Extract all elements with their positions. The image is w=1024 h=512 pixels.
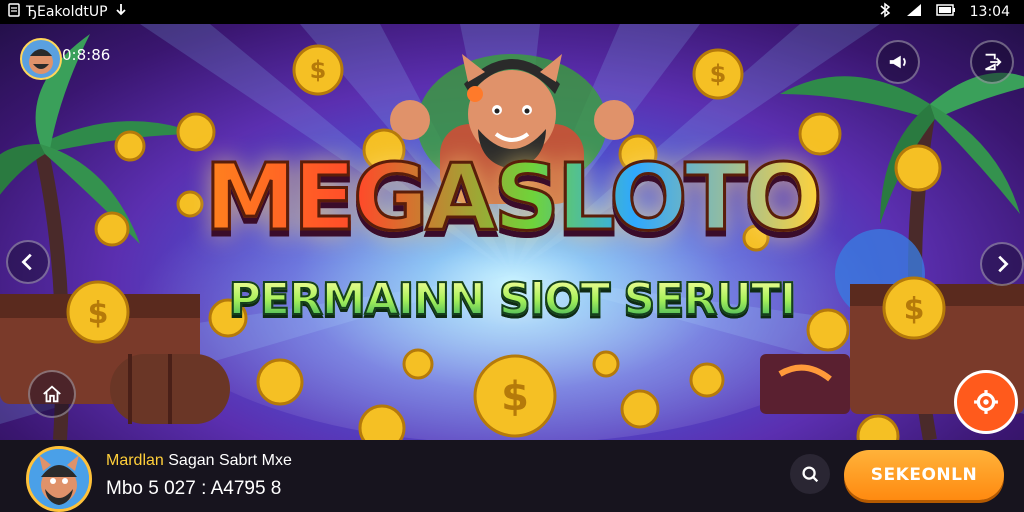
player-info-line: Mardlan Sagan Sabrt Mxe (106, 452, 292, 470)
player-name: Mardlan (106, 452, 164, 469)
player-avatar[interactable] (20, 38, 62, 80)
play-now-button[interactable]: SEKEONLN (844, 450, 1004, 500)
exit-button[interactable] (970, 40, 1014, 84)
signal-icon (906, 3, 922, 21)
game-title: MEGASLOTO (0, 150, 1024, 245)
game-banner[interactable]: $ $ $ $ $ MEGASLOTO PERMAINN SlOT SERUTI… (0, 24, 1024, 440)
game-subtitle: PERMAINN SlOT SERUTI (0, 277, 1024, 323)
exit-icon (985, 53, 1002, 71)
next-banner-button[interactable] (980, 242, 1024, 286)
coin-balance: 0:8:86 (62, 46, 111, 64)
notification-text: ЂEakoldtUP (26, 4, 108, 20)
svg-text:$: $ (310, 56, 327, 84)
notification-icon (8, 3, 20, 21)
svg-text:$: $ (501, 374, 529, 420)
svg-text:$: $ (710, 60, 727, 88)
status-bar: ЂEakoldtUP 13:04 (0, 0, 1024, 24)
download-icon (114, 3, 128, 21)
player-info-text: Sagan Sabrt Mxe (163, 452, 292, 469)
gear-icon (974, 390, 998, 414)
status-time: 13:04 (969, 4, 1010, 20)
chevron-right-icon (998, 255, 1009, 273)
chevron-left-icon (21, 253, 32, 271)
settings-button[interactable] (954, 370, 1018, 434)
battery-icon (935, 3, 956, 21)
search-button[interactable] (790, 454, 830, 494)
player-profile-avatar[interactable] (26, 446, 92, 512)
announcement-button[interactable] (876, 40, 920, 84)
megaphone-icon (889, 55, 906, 69)
search-icon (802, 466, 819, 483)
player-stats-line: Mbo 5 027 : A47̈95 8 (106, 478, 282, 499)
bottom-bar: Mardlan Sagan Sabrt Mxe Mbo 5 027 : A47̈… (0, 440, 1024, 512)
home-icon (43, 385, 61, 403)
bluetooth-icon (878, 2, 892, 22)
prev-banner-button[interactable] (6, 240, 50, 284)
home-button[interactable] (28, 370, 76, 418)
